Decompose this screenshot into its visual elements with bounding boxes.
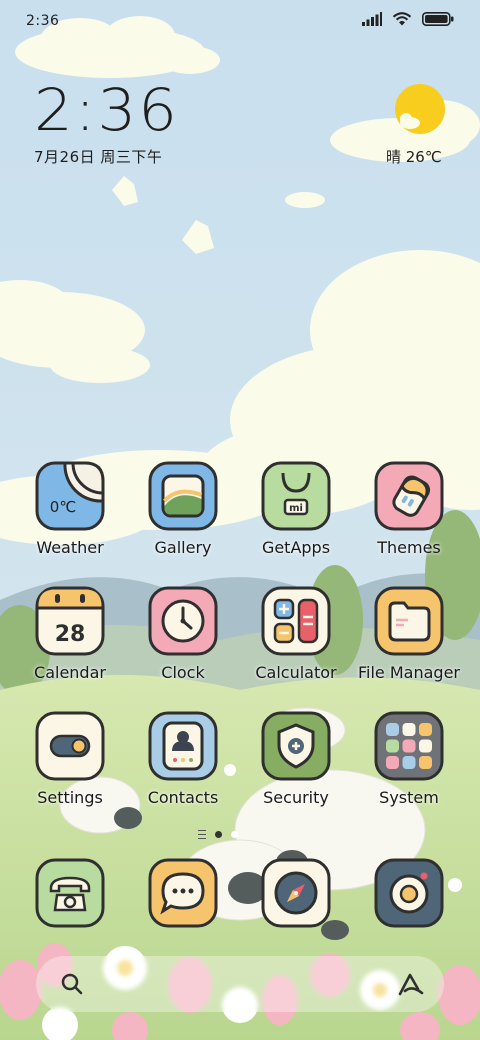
app-label: Weather bbox=[36, 538, 104, 557]
app-label: Calendar bbox=[34, 663, 106, 682]
shopping-bag-icon: mi bbox=[261, 461, 331, 531]
dock-browser[interactable] bbox=[261, 858, 331, 928]
dock-messages[interactable] bbox=[148, 858, 218, 928]
contacts-icon bbox=[148, 711, 218, 781]
clock-icon bbox=[148, 586, 218, 656]
app-calculator[interactable]: Calculator bbox=[241, 586, 351, 696]
page-dot-2[interactable] bbox=[231, 831, 238, 838]
weather-widget[interactable]: 晴 26℃ bbox=[380, 82, 460, 172]
weather-icon-text: 0℃ bbox=[50, 498, 76, 516]
app-label: GetApps bbox=[261, 538, 331, 557]
app-label: Calculator bbox=[255, 663, 337, 682]
app-system-folder[interactable]: System bbox=[354, 711, 464, 821]
dock-camera[interactable] bbox=[374, 858, 444, 928]
phone-icon bbox=[35, 858, 105, 928]
calendar-icon-text: 28 bbox=[55, 622, 86, 647]
assistant-icon[interactable] bbox=[396, 970, 426, 998]
page-dot-1[interactable] bbox=[215, 831, 222, 838]
status-icons bbox=[362, 12, 454, 26]
clock-widget[interactable]: 2:36 7月26日 周三下午 bbox=[34, 80, 177, 167]
app-label: Security bbox=[263, 788, 329, 807]
gallery-icon bbox=[148, 461, 218, 531]
app-themes[interactable]: Themes bbox=[354, 461, 464, 571]
clock-widget-date: 7月26日 周三下午 bbox=[34, 148, 163, 166]
clock-widget-time: 2:36 bbox=[34, 76, 180, 144]
shield-icon bbox=[261, 711, 331, 781]
search-icon[interactable] bbox=[58, 970, 86, 998]
app-label: System bbox=[379, 788, 439, 807]
app-contacts[interactable]: Contacts bbox=[128, 711, 238, 821]
message-icon bbox=[148, 858, 218, 928]
toggle-icon bbox=[35, 711, 105, 781]
sun-cloud-icon bbox=[395, 84, 445, 134]
app-label: Contacts bbox=[147, 788, 219, 807]
folder-icon bbox=[374, 586, 444, 656]
status-bar: 2:36 bbox=[0, 0, 480, 44]
page-indicator[interactable] bbox=[198, 830, 238, 839]
app-drawer-indicator-icon[interactable] bbox=[198, 830, 206, 839]
app-security[interactable]: Security bbox=[241, 711, 351, 821]
app-file-manager[interactable]: File Manager bbox=[354, 586, 464, 696]
signal-icon bbox=[362, 12, 382, 26]
app-label: File Manager bbox=[358, 663, 460, 682]
getapps-icon-text: mi bbox=[289, 503, 303, 514]
app-label: Clock bbox=[161, 663, 205, 682]
calculator-icon bbox=[261, 586, 331, 656]
themes-icon bbox=[374, 461, 444, 531]
search-bar[interactable] bbox=[36, 956, 444, 1012]
app-weather[interactable]: 0℃ Weather bbox=[15, 461, 125, 571]
app-getapps[interactable]: mi GetApps bbox=[241, 461, 351, 571]
calendar-icon: 28 bbox=[35, 586, 105, 656]
app-label: Themes bbox=[377, 538, 441, 557]
dock-phone[interactable] bbox=[35, 858, 105, 928]
app-label: Settings bbox=[37, 788, 103, 807]
app-settings[interactable]: Settings bbox=[15, 711, 125, 821]
weather-text: 晴 26℃ bbox=[386, 148, 442, 166]
wifi-icon bbox=[392, 12, 412, 26]
compass-icon bbox=[261, 858, 331, 928]
app-gallery[interactable]: Gallery bbox=[128, 461, 238, 571]
app-clock[interactable]: Clock bbox=[128, 586, 238, 696]
status-time: 2:36 bbox=[26, 13, 60, 29]
app-label: Gallery bbox=[154, 538, 212, 557]
folder-grid-icon bbox=[374, 711, 444, 781]
weather-icon: 0℃ bbox=[35, 461, 105, 531]
app-calendar[interactable]: 28 Calendar bbox=[15, 586, 125, 696]
battery-icon bbox=[422, 12, 454, 26]
camera-icon bbox=[374, 858, 444, 928]
